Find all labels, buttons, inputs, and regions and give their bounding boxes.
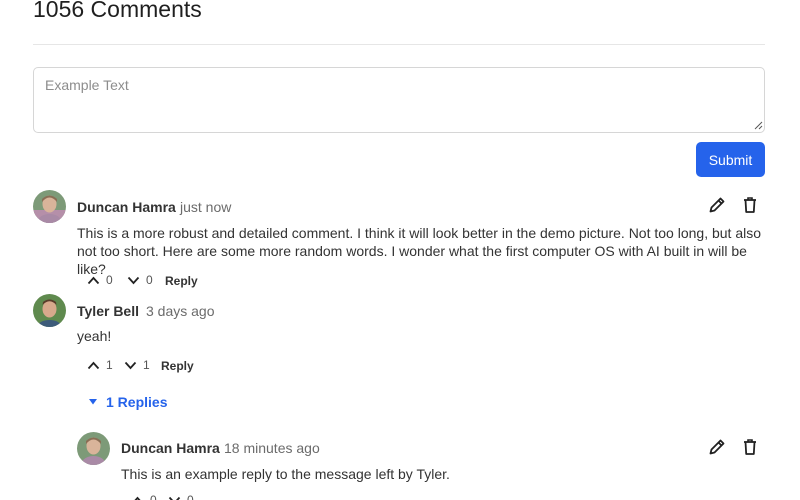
comment-text: This is a more robust and detailed comme…: [77, 225, 762, 277]
chevron-down-icon[interactable]: [127, 276, 140, 285]
page-title: 1056 Comments: [33, 0, 202, 22]
downvote-count: 0: [187, 493, 194, 500]
upvote-count: 0: [150, 493, 157, 500]
downvote-control[interactable]: 1: [124, 358, 150, 372]
downvote-count: 1: [143, 358, 150, 372]
comment-text: This is an example reply to the message …: [121, 466, 450, 482]
chevron-down-icon[interactable]: [124, 361, 137, 370]
trash-icon[interactable]: [741, 438, 759, 456]
reply-button[interactable]: Reply: [161, 359, 194, 373]
pencil-icon[interactable]: [708, 438, 726, 456]
upvote-control[interactable]: 0: [131, 493, 157, 500]
downvote-control[interactable]: 0: [127, 273, 153, 287]
avatar[interactable]: [77, 432, 110, 465]
comment-author[interactable]: Duncan Hamra: [121, 440, 220, 456]
comment-author[interactable]: Tyler Bell: [77, 303, 139, 319]
avatar[interactable]: [33, 190, 66, 223]
comment-input[interactable]: [33, 67, 765, 133]
chevron-up-icon[interactable]: [131, 496, 144, 500]
resize-grip-icon[interactable]: [753, 120, 763, 130]
comment-text: yeah!: [77, 328, 112, 344]
comment-timestamp: 18 minutes ago: [224, 440, 320, 456]
caret-down-icon: [89, 399, 97, 405]
replies-toggle-label: 1 Replies: [106, 394, 168, 410]
comment-author[interactable]: Duncan Hamra: [77, 199, 176, 215]
trash-icon[interactable]: [741, 196, 759, 214]
upvote-control[interactable]: 0: [87, 273, 113, 287]
upvote-count: 1: [106, 358, 113, 372]
chevron-up-icon[interactable]: [87, 276, 100, 285]
avatar[interactable]: [33, 294, 66, 327]
pencil-icon[interactable]: [708, 196, 726, 214]
chevron-down-icon[interactable]: [168, 496, 181, 500]
submit-button[interactable]: Submit: [696, 142, 765, 177]
comment-timestamp: 3 days ago: [146, 303, 215, 319]
upvote-control[interactable]: 1: [87, 358, 113, 372]
replies-toggle[interactable]: 1 Replies: [89, 394, 167, 410]
divider: [33, 44, 765, 45]
chevron-up-icon[interactable]: [87, 361, 100, 370]
downvote-control[interactable]: 0: [168, 493, 194, 500]
reply-button[interactable]: Reply: [165, 274, 198, 288]
upvote-count: 0: [106, 273, 113, 287]
comment-timestamp: just now: [180, 199, 232, 215]
downvote-count: 0: [146, 273, 153, 287]
